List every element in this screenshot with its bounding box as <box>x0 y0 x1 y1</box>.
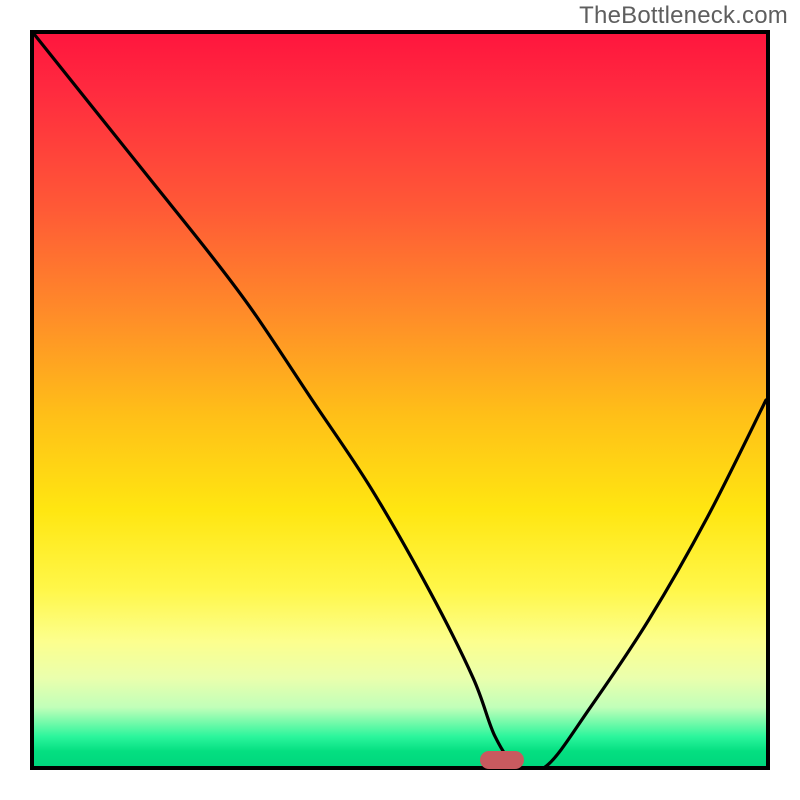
curve-path <box>34 34 766 766</box>
chart-container: TheBottleneck.com <box>0 0 800 800</box>
bottleneck-curve <box>34 34 766 766</box>
watermark-text: TheBottleneck.com <box>579 2 788 30</box>
optimal-marker <box>480 751 524 769</box>
plot-frame <box>30 30 770 770</box>
